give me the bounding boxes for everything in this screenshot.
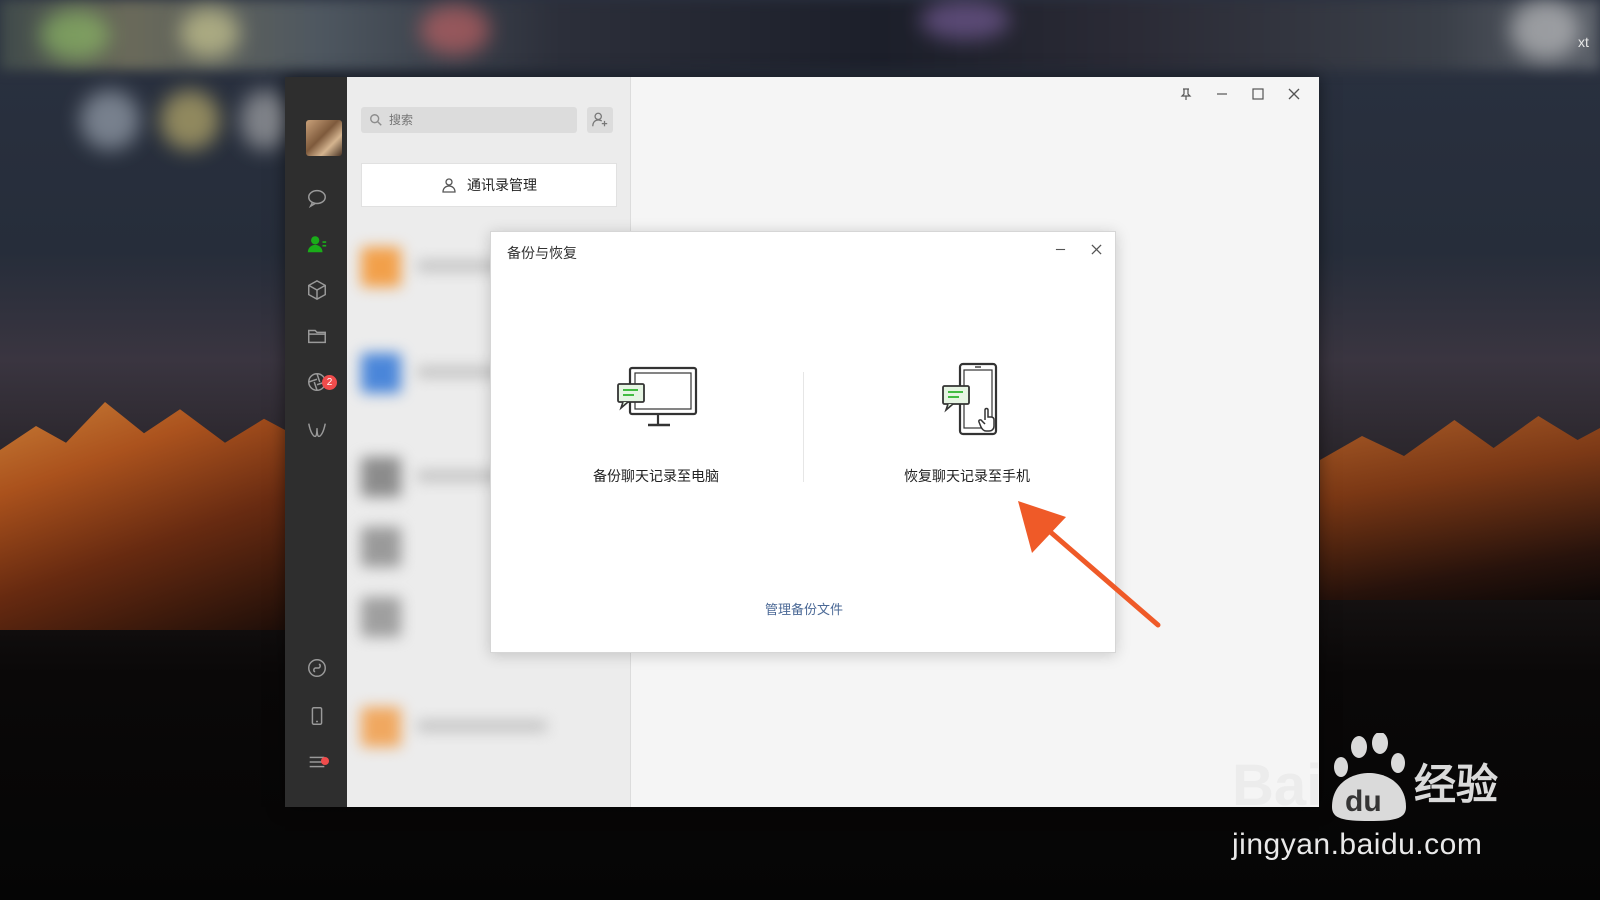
blurred-app-icon xyxy=(180,8,240,58)
monitor-chat-icon xyxy=(617,366,698,427)
minimize-icon xyxy=(1055,248,1065,250)
add-contact-button[interactable] xyxy=(587,107,613,133)
dialog-close-button[interactable] xyxy=(1087,240,1105,258)
mountain-landscape xyxy=(1320,416,1600,600)
window-controls xyxy=(1175,83,1305,105)
favorites-cube-icon[interactable] xyxy=(304,277,330,303)
contacts-manage-button[interactable]: 通讯录管理 xyxy=(361,163,617,207)
search-box[interactable] xyxy=(361,107,577,133)
list-item xyxy=(361,527,401,567)
dialog-minimize-button[interactable] xyxy=(1051,240,1069,258)
backup-to-pc-label: 备份聊天记录至电脑 xyxy=(593,469,719,485)
mountain-landscape xyxy=(0,402,300,630)
close-icon xyxy=(1090,243,1102,255)
maximize-icon xyxy=(1252,88,1264,100)
svg-text:du: du xyxy=(1345,785,1382,818)
blurred-app-icon xyxy=(420,5,490,55)
pin-icon xyxy=(1180,88,1192,100)
blurred-app-icon xyxy=(160,90,220,150)
close-button[interactable] xyxy=(1283,83,1305,105)
sidebar: 2 xyxy=(285,77,347,807)
search-icon xyxy=(370,114,382,126)
list-item xyxy=(361,597,401,637)
svg-text:Bai: Bai xyxy=(1232,753,1322,818)
contacts-manage-label: 通讯录管理 xyxy=(467,178,537,194)
annotation-arrow-icon xyxy=(1018,501,1161,628)
list-item xyxy=(417,721,547,731)
blurred-app-icon xyxy=(240,90,290,150)
minimize-icon xyxy=(1217,93,1227,95)
chat-icon[interactable] xyxy=(304,185,330,211)
search-input[interactable] xyxy=(389,113,559,127)
menu-notification-dot xyxy=(321,757,329,765)
blurred-app-icon xyxy=(40,10,110,60)
close-icon xyxy=(1288,88,1300,100)
watermark-url: jingyan.baidu.com xyxy=(1232,828,1483,861)
phone-chat-icon xyxy=(942,362,998,436)
blurred-app-icon xyxy=(1510,0,1580,60)
folder-icon[interactable] xyxy=(304,323,330,349)
notification-badge: 2 xyxy=(322,375,337,390)
svg-text:经验: 经验 xyxy=(1414,760,1498,809)
contacts-icon[interactable] xyxy=(304,231,330,257)
dialog-title: 备份与恢复 xyxy=(507,246,577,262)
restore-to-phone-option[interactable]: 恢复聊天记录至手机 xyxy=(847,362,1087,502)
dialog-controls xyxy=(1051,240,1105,258)
minimize-button[interactable] xyxy=(1211,83,1233,105)
pin-button[interactable] xyxy=(1175,83,1197,105)
miniprogram-circle-icon[interactable] xyxy=(304,655,330,681)
list-item xyxy=(361,353,401,393)
blurred-app-icon xyxy=(920,0,1010,40)
maximize-button[interactable] xyxy=(1247,83,1269,105)
avatar[interactable] xyxy=(306,120,342,156)
mini-program-icon[interactable] xyxy=(304,417,330,443)
desktop-corner-text: xt xyxy=(1578,34,1589,50)
list-item xyxy=(361,247,401,287)
baidu-watermark-logo: Bai du 经验 xyxy=(1232,733,1498,821)
add-person-icon xyxy=(592,112,608,127)
option-divider xyxy=(803,372,804,482)
list-item xyxy=(361,457,401,497)
list-item xyxy=(361,707,401,747)
blurred-app-icon xyxy=(80,90,140,150)
blurred-desktop-top xyxy=(0,0,1600,70)
backup-to-pc-option[interactable]: 备份聊天记录至电脑 xyxy=(536,362,776,502)
phone-icon[interactable] xyxy=(304,703,330,729)
person-icon xyxy=(442,178,456,193)
restore-to-phone-label: 恢复聊天记录至手机 xyxy=(904,469,1030,485)
